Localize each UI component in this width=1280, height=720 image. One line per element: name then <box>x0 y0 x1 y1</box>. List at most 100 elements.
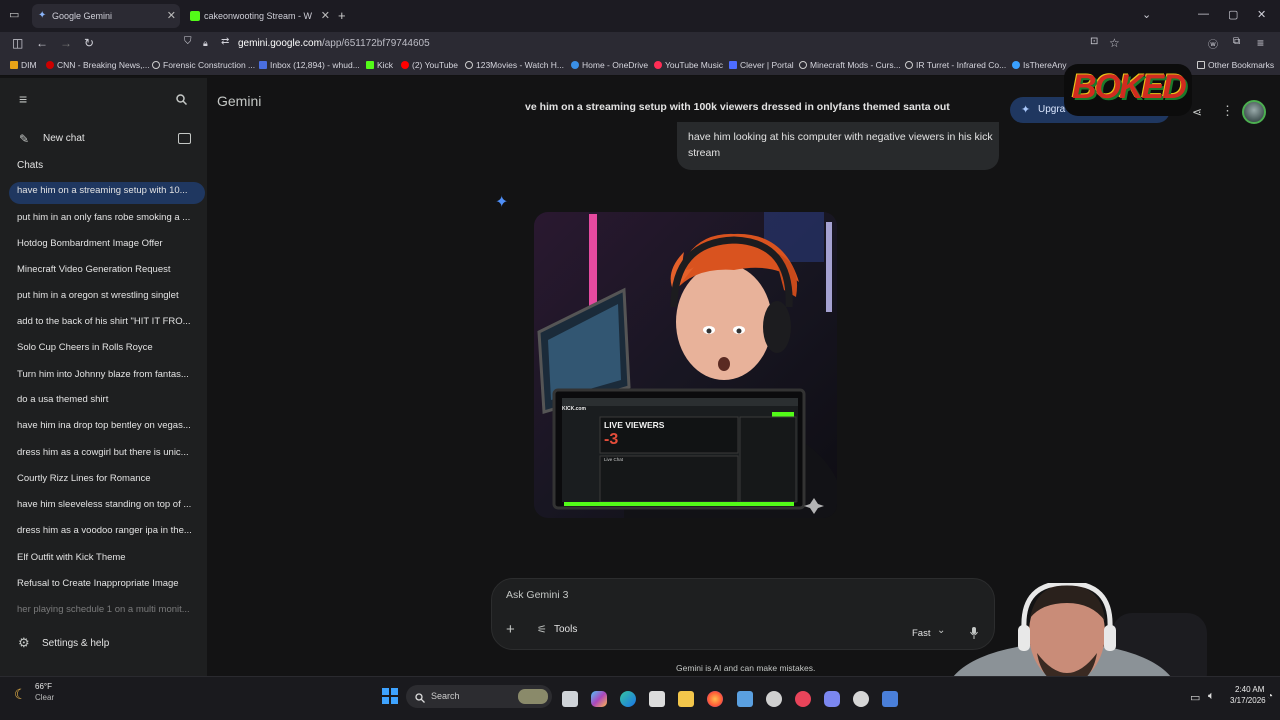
file-explorer-icon[interactable] <box>678 691 694 707</box>
bookmark-onedrive[interactable]: Home - OneDrive <box>571 60 648 70</box>
generated-image[interactable]: KICK.com LIVE VIEWERS -3 Live Chat <box>534 212 837 518</box>
steam-icon[interactable] <box>766 691 782 707</box>
bookmark-dim[interactable]: DIM <box>10 60 37 70</box>
bookmark-other[interactable]: Other Bookmarks <box>1197 60 1274 70</box>
store-icon[interactable] <box>649 691 665 707</box>
settings-help-button[interactable]: Settings & help <box>42 638 109 649</box>
chat-history-item[interactable]: dress him as a cowgirl but there is unic… <box>17 447 197 458</box>
start-windows-icon[interactable] <box>382 688 398 704</box>
address-bar[interactable]: gemini.google.com/app/651172bf79744605 <box>238 38 430 49</box>
chat-history-item[interactable]: Minecraft Video Generation Request <box>17 264 197 275</box>
volume-icon[interactable]: 🔈︎ <box>1208 690 1215 703</box>
firefox-icon[interactable] <box>707 691 723 707</box>
chat-history-item[interactable]: Courtly Rizz Lines for Romance <box>17 473 197 484</box>
webcam-overlay <box>942 583 1280 676</box>
bookmark-label: Home - OneDrive <box>582 60 649 70</box>
settings-icon[interactable] <box>853 691 869 707</box>
snipping-tool-icon[interactable] <box>882 691 898 707</box>
mail-icon <box>259 61 267 69</box>
chat-history-item[interactable]: Solo Cup Cheers in Rolls Royce <box>17 342 197 353</box>
chat-history-item[interactable]: Refusal to Create Inappropriate Image <box>17 578 197 589</box>
tab-list-icon[interactable]: ▭ <box>9 8 19 21</box>
chat-history-item[interactable]: put him in an only fans robe smoking a .… <box>17 212 197 223</box>
bookmark-123movies[interactable]: 123Movies - Watch H... <box>465 60 564 70</box>
tools-icon[interactable]: ⚟ <box>537 623 547 636</box>
bookmark-kick[interactable]: Kick <box>366 60 393 70</box>
main-menu-icon[interactable]: ≡ <box>19 91 27 107</box>
gemini-main: Gemini ve him on a streaming setup with … <box>207 64 1280 676</box>
account-avatar[interactable] <box>1242 100 1266 124</box>
more-options-icon[interactable]: ⋮ <box>1221 103 1234 119</box>
bookmark-clever[interactable]: Clever | Portal <box>729 60 794 70</box>
copilot-icon[interactable] <box>591 691 607 707</box>
taskbar-search-box[interactable]: Search <box>406 685 552 708</box>
close-window-icon[interactable]: ✕ <box>1257 8 1266 21</box>
notifications-icon[interactable]: ◔ <box>1267 691 1273 702</box>
new-tab-icon[interactable]: + <box>338 8 346 23</box>
network-icon[interactable]: ▭ <box>1190 691 1200 704</box>
bookmark-label: IR Turret - Infrared Co... <box>916 60 1007 70</box>
gemini-sparkle-icon: ✦ <box>495 194 509 211</box>
save-page-icon[interactable]: ⊡ <box>1090 36 1098 47</box>
prompt-input[interactable]: Ask Gemini 3 <box>506 589 568 601</box>
chat-history-item[interactable]: do a usa themed shirt <box>17 394 197 405</box>
bookmark-inbox[interactable]: Inbox (12,894) - whud... <box>259 60 360 70</box>
navigation-bar: ◫ ← → ↻ ⛉ 🔒︎ ⇄ gemini.google.com/app/651… <box>0 32 1280 56</box>
model-mode-selector[interactable]: Fast <box>912 628 930 639</box>
weather-temp[interactable]: 66°F <box>35 682 52 691</box>
extension-icon[interactable]: ⓦ <box>1208 36 1218 51</box>
chat-history-item[interactable]: have him ina drop top bentley on vegas..… <box>17 420 197 431</box>
close-tab-icon[interactable]: ✕ <box>167 4 176 28</box>
discord-icon[interactable] <box>824 691 840 707</box>
tools-button[interactable]: Tools <box>554 624 577 635</box>
settings-gear-icon[interactable]: ⚙ <box>18 635 30 651</box>
add-attachment-icon[interactable]: + <box>506 621 515 638</box>
chat-history-item[interactable]: put him in a oregon st wrestling singlet <box>17 290 197 301</box>
bookmark-cnn[interactable]: CNN - Breaking News,... <box>46 60 150 70</box>
menu-icon[interactable]: ≡ <box>1257 36 1264 50</box>
chat-history-item[interactable]: her playing schedule 1 on a multi monit.… <box>17 604 197 615</box>
extensions-puzzle-icon[interactable]: ⧉ <box>1233 36 1240 47</box>
photos-icon[interactable] <box>737 691 753 707</box>
close-tab-icon[interactable]: ✕ <box>321 4 330 28</box>
forward-icon[interactable]: → <box>60 36 72 50</box>
bookmark-label: Forensic Construction ... <box>163 60 256 70</box>
shield-icon[interactable]: ⛉ <box>184 36 192 47</box>
permissions-icon[interactable]: ⇄ <box>221 36 229 47</box>
bookmark-isthereany[interactable]: IsThereAny <box>1012 60 1066 70</box>
chat-history-item[interactable]: Turn him into Johnny blaze from fantas..… <box>17 369 197 380</box>
chat-history-item[interactable]: have him sleeveless standing on top of .… <box>17 499 197 510</box>
edge-icon[interactable] <box>620 691 636 707</box>
tab-google-gemini[interactable]: ✦ Google Gemini ✕ <box>32 4 180 28</box>
bookmark-minecraft-mods[interactable]: Minecraft Mods - Curs... <box>799 60 901 70</box>
bookmark-ir-turret[interactable]: IR Turret - Infrared Co... <box>905 60 1006 70</box>
lock-icon[interactable]: 🔒︎ <box>203 38 208 49</box>
gemini-brand[interactable]: Gemini <box>217 93 261 109</box>
chat-history-item[interactable]: have him on a streaming setup with 10... <box>17 185 197 196</box>
reload-icon[interactable]: ↻ <box>84 36 94 50</box>
temporary-chat-icon[interactable] <box>178 133 191 144</box>
chat-history-item[interactable]: dress him as a voodoo ranger ipa in the.… <box>17 525 197 536</box>
search-icon[interactable] <box>176 92 188 106</box>
bookmark-forensic[interactable]: Forensic Construction ... <box>152 60 255 70</box>
bookmark-star-icon[interactable]: ☆ <box>1109 36 1120 50</box>
share-icon[interactable]: ⋖ <box>1192 105 1202 119</box>
clock-time[interactable]: 2:40 AM <box>1235 685 1264 694</box>
new-chat-icon[interactable]: ✎ <box>19 132 29 146</box>
chat-history-item[interactable]: Elf Outfit with Kick Theme <box>17 552 197 563</box>
chat-history-item[interactable]: Hotdog Bombardment Image Offer <box>17 238 197 249</box>
tab-overflow-icon[interactable]: ⌄ <box>1142 8 1151 21</box>
minimize-icon[interactable]: — <box>1198 8 1209 20</box>
bookmark-youtube[interactable]: (2) YouTube <box>401 60 458 70</box>
maximize-icon[interactable]: ▢ <box>1228 8 1238 21</box>
task-view-icon[interactable] <box>562 691 578 707</box>
sidebar-toggle-icon[interactable]: ◫ <box>12 36 23 50</box>
new-chat-button[interactable]: New chat <box>43 133 85 144</box>
weather-moon-icon[interactable]: ☾ <box>14 686 27 703</box>
back-icon[interactable]: ← <box>36 36 48 50</box>
clock-date[interactable]: 3/17/2026 <box>1230 696 1266 705</box>
bookmark-youtube-music[interactable]: YouTube Music <box>654 60 723 70</box>
chat-history-item[interactable]: add to the back of his shirt "HIT IT FRO… <box>17 316 197 327</box>
media-player-icon[interactable] <box>795 691 811 707</box>
tab-kick-stream[interactable]: cakeonwooting Stream - W ✕ <box>184 4 334 28</box>
